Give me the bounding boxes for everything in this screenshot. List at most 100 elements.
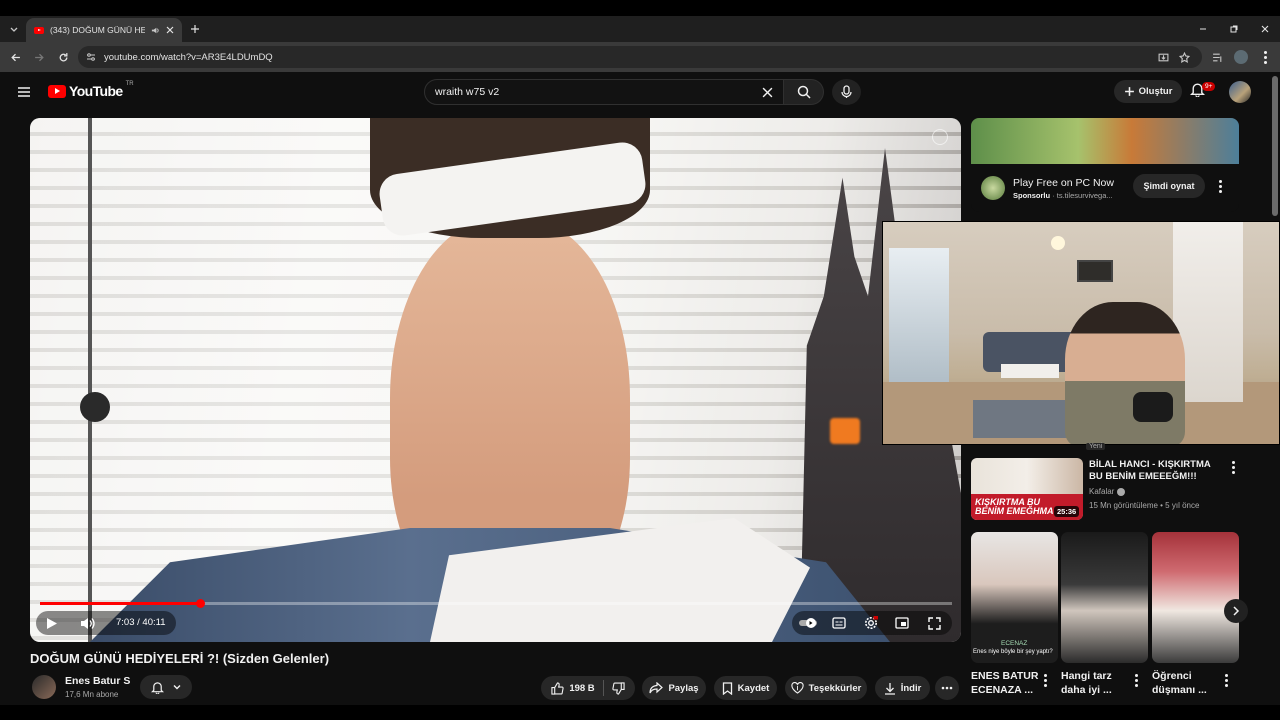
subtitles-icon[interactable] [831,615,847,631]
video-info-icon[interactable] [932,129,948,145]
rec-video-menu-icon[interactable] [1232,461,1235,474]
window-top-strip [0,0,1280,16]
fullscreen-icon[interactable] [926,615,942,631]
account-avatar[interactable] [1229,81,1251,103]
dislike-button[interactable] [612,681,625,695]
short-menu-icon[interactable] [1225,674,1228,687]
pip-overlay-video[interactable] [882,221,1280,445]
ad-sponsored: Sponsorlu [1013,190,1051,200]
search-query: wraith w75 v2 [435,86,500,98]
clear-search-icon[interactable] [762,87,773,98]
progress-scrubber[interactable] [195,599,205,608]
short-title[interactable]: Öğrenci düşmanı ... [1152,669,1222,697]
thanks-label: Teşekkürler [808,682,862,694]
short-menu-icon[interactable] [1044,674,1047,687]
create-button[interactable]: Oluştur [1114,80,1182,103]
browser-menu-icon[interactable] [1258,50,1272,64]
site-info-icon[interactable] [86,52,96,62]
ad-menu-icon[interactable] [1219,180,1222,193]
download-button[interactable]: İndir [875,676,930,700]
share-button[interactable]: Paylaş [642,676,706,700]
browser-tab[interactable]: (343) DOĞUM GÜNÜ HEDİ [26,18,182,42]
bookmark-icon [722,681,733,695]
new-tag: Yeni [1086,443,1106,450]
youtube-favicon-icon [34,26,44,34]
speaker-icon[interactable] [151,26,160,35]
media-control-icon[interactable] [1210,50,1224,64]
search-input[interactable]: wraith w75 v2 [424,79,784,105]
volume-icon[interactable] [78,615,96,631]
bookmark-star-icon[interactable] [1177,50,1191,64]
url-text: youtube.com/watch?v=AR3E4LDUmDQ [104,51,273,63]
download-icon [884,682,896,695]
search-icon [797,85,811,99]
restore-icon[interactable] [1227,22,1241,36]
autoplay-toggle[interactable] [798,616,820,630]
tab-title: (343) DOĞUM GÜNÜ HEDİ [50,25,145,35]
hamburger-menu-icon[interactable] [16,84,32,100]
short-title[interactable]: Hangi tarz daha iyi ... [1061,669,1131,697]
ad-meta: Sponsorlu · ts.tilesurvivega... [1013,190,1113,200]
youtube-logo[interactable]: YouTube TR [48,81,134,99]
microphone-icon [841,85,852,99]
ad-play-button[interactable]: Şimdi oynat [1133,174,1205,198]
window-close-icon[interactable] [1258,22,1272,36]
short-thumbnail[interactable] [1152,532,1239,663]
like-button[interactable]: 198 B [551,681,595,695]
more-actions-button[interactable] [935,676,959,700]
omnibox[interactable]: youtube.com/watch?v=AR3E4LDUmDQ [78,46,1202,68]
thanks-button[interactable]: Teşekkürler [785,676,867,700]
channel-name[interactable]: Enes Batur S [65,675,130,687]
progress-played [40,602,200,605]
rec-video-channel[interactable]: Kafalar [1089,487,1126,496]
miniplayer-icon[interactable] [894,615,910,631]
youtube-play-logo-icon [48,84,66,98]
page-scrollbar[interactable] [1272,76,1278,216]
install-app-icon[interactable] [1156,50,1170,64]
ad-title: Play Free on PC Now [1013,176,1114,189]
subscription-bell-button[interactable] [140,675,192,699]
short-thumbnail[interactable] [1061,532,1148,663]
pip-window [889,248,949,398]
short-menu-icon[interactable] [1135,674,1138,687]
back-icon[interactable] [8,50,22,64]
thumbs-up-icon [551,681,564,695]
chevron-down-icon [172,682,182,692]
tab-search-icon[interactable] [6,22,22,36]
bell-icon [150,681,164,694]
new-tab-icon[interactable] [188,22,202,36]
save-label: Kaydet [737,682,770,694]
like-dislike-group: 198 B [541,676,635,700]
heart-dollar-icon [791,682,804,694]
ad-domain: ts.tilesurvivega... [1056,190,1113,200]
time-display: 7:03 / 40:11 [116,617,166,628]
pip-lamp [1051,236,1065,250]
thumbs-down-icon [612,681,625,695]
share-label: Paylaş [668,682,699,694]
ad-banner-image [971,118,1239,164]
rec-video-title[interactable]: BİLAL HANCI - KIŞKIRTMA BU BENİM EMEEEĞM… [1089,459,1219,483]
minimize-icon[interactable] [1196,22,1210,36]
verified-icon [1117,487,1126,496]
channel-avatar[interactable] [32,675,56,699]
logo-text: YouTube [69,83,123,99]
settings-gear-icon[interactable] [863,615,879,631]
short-title[interactable]: ENES BATUR ECENAZA ... [971,669,1041,697]
sidebar-ad[interactable]: Play Free on PC Now Sponsorlu · ts.tiles… [971,118,1239,212]
forward-icon[interactable] [32,50,46,64]
search-button[interactable] [784,79,824,105]
video-player[interactable] [30,118,961,642]
video-frame-light [830,418,860,444]
pip-picture-frame [1077,260,1113,282]
tab-close-icon[interactable] [166,26,174,34]
notification-badge: 9+ [1202,82,1216,91]
short-caption: Enes niye böyle bir şey yaptı? [973,649,1053,655]
profile-avatar[interactable] [1234,50,1248,64]
play-icon[interactable] [44,615,60,631]
chevron-right-icon [1232,606,1240,616]
share-icon [649,682,664,694]
shorts-next-button[interactable] [1224,599,1248,623]
voice-search-button[interactable] [832,79,861,105]
reload-icon[interactable] [56,50,70,64]
save-button[interactable]: Kaydet [714,676,777,700]
